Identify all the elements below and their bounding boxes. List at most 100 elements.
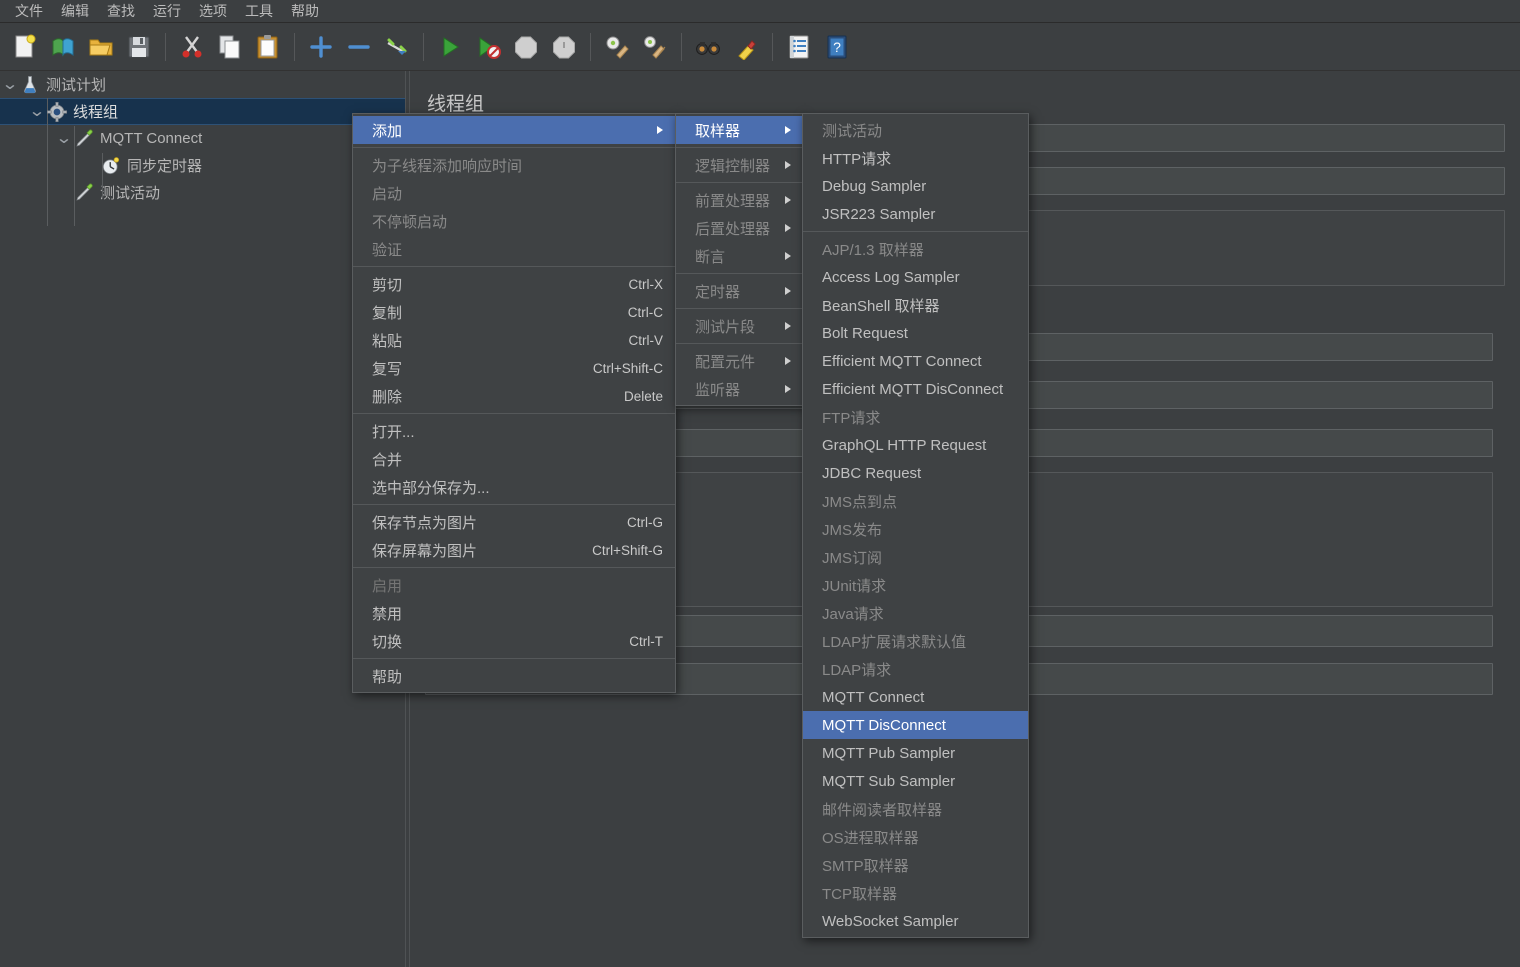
menu-options[interactable]: 选项 — [190, 0, 236, 22]
context-menu-add-item[interactable]: 复写Ctrl+Shift-C — [353, 354, 675, 382]
menu-item-label: 为子线程添加响应时间 — [372, 155, 663, 176]
menu-item-label: 断言 — [695, 246, 771, 267]
context-menu-category-item[interactable]: 监听器 — [676, 375, 803, 403]
context-menu-sampler-item[interactable]: MQTT Connect — [803, 683, 1028, 711]
search-binoculars-icon[interactable] — [691, 30, 725, 64]
context-menu-sampler-item[interactable]: Efficient MQTT DisConnect — [803, 375, 1028, 403]
context-menu-sampler-item[interactable]: WebSocket Sampler — [803, 907, 1028, 935]
context-menu-category-item[interactable]: 定时器 — [676, 277, 803, 305]
stop-octagon-icon[interactable] — [509, 30, 543, 64]
context-menu-sampler-item[interactable]: TCP取样器 — [803, 879, 1028, 907]
tree-node[interactable]: 测试活动 — [0, 179, 405, 206]
context-menu-add-item[interactable]: 保存节点为图片Ctrl-G — [353, 508, 675, 536]
tree-node[interactable]: ⌄测试计划 — [0, 71, 405, 98]
context-menu-add-item[interactable]: 复制Ctrl-C — [353, 298, 675, 326]
menu-tools[interactable]: 工具 — [236, 0, 282, 22]
context-menu-sampler-item[interactable]: GraphQL HTTP Request — [803, 431, 1028, 459]
save-floppy-icon[interactable] — [122, 30, 156, 64]
context-menu-sampler-item[interactable]: JDBC Request — [803, 459, 1028, 487]
context-menu-sampler-item[interactable]: 邮件阅读者取样器 — [803, 795, 1028, 823]
start-play-icon[interactable] — [433, 30, 467, 64]
context-menu-add-item[interactable]: 验证 — [353, 235, 675, 263]
context-menu-add-item[interactable]: 切换Ctrl-T — [353, 627, 675, 655]
context-menu-add-item[interactable]: 删除Delete — [353, 382, 675, 410]
context-menu-add-item[interactable]: 为子线程添加响应时间 — [353, 151, 675, 179]
context-menu-sampler-item[interactable]: SMTP取样器 — [803, 851, 1028, 879]
context-menu-add-item[interactable]: 帮助 — [353, 662, 675, 690]
context-menu-add-item[interactable]: 选中部分保存为... — [353, 473, 675, 501]
menu-search[interactable]: 查找 — [98, 0, 144, 22]
clear-icon[interactable] — [600, 30, 634, 64]
context-menu-sampler-item[interactable]: JMS订阅 — [803, 543, 1028, 571]
menu-separator — [353, 504, 675, 505]
menu-item-label: LDAP扩展请求默认值 — [822, 631, 1016, 652]
context-menu-sampler-item[interactable]: AJP/1.3 取样器 — [803, 235, 1028, 263]
context-menu-sampler-item[interactable]: MQTT DisConnect — [803, 711, 1028, 739]
chevron-right-icon — [785, 224, 791, 232]
function-helper-icon[interactable] — [782, 30, 816, 64]
context-menu-add-item[interactable]: 打开... — [353, 417, 675, 445]
context-menu-add-item[interactable]: 剪切Ctrl-X — [353, 270, 675, 298]
plus-icon[interactable] — [304, 30, 338, 64]
clear-all-icon[interactable] — [638, 30, 672, 64]
context-menu-sampler-item[interactable]: OS进程取样器 — [803, 823, 1028, 851]
new-document-icon[interactable] — [8, 30, 42, 64]
context-menu-category-item[interactable]: 断言 — [676, 242, 803, 270]
menu-file[interactable]: 文件 — [6, 0, 52, 22]
context-menu-category-item[interactable]: 后置处理器 — [676, 214, 803, 242]
context-menu-samplers[interactable]: 测试活动 HTTP请求Debug SamplerJSR223 Sampler AJP… — [802, 113, 1029, 938]
templates-icon[interactable] — [46, 30, 80, 64]
context-menu-category-item[interactable]: 测试片段 — [676, 312, 803, 340]
cut-scissors-icon[interactable] — [175, 30, 209, 64]
context-menu-sampler-item[interactable]: BeanShell 取样器 — [803, 291, 1028, 319]
context-menu-sampler-item[interactable]: Java请求 — [803, 599, 1028, 627]
minus-icon[interactable] — [342, 30, 376, 64]
context-menu-sampler-item[interactable]: Access Log Sampler — [803, 263, 1028, 291]
context-menu-element-categories[interactable]: 取样器逻辑控制器前置处理器后置处理器断言定时器测试片段配置元件监听器 — [675, 113, 804, 406]
test-plan-tree[interactable]: ⌄测试计划⌄线程组⌄MQTT Connect同步定时器测试活动 — [0, 71, 405, 967]
context-menu-add-item[interactable]: 禁用 — [353, 599, 675, 627]
context-menu-category-item[interactable]: 配置元件 — [676, 347, 803, 375]
open-folder-icon[interactable] — [84, 30, 118, 64]
tree-node[interactable]: 同步定时器 — [0, 152, 405, 179]
start-no-pause-icon[interactable] — [471, 30, 505, 64]
copy-icon[interactable] — [213, 30, 247, 64]
context-menu-sampler-item[interactable]: Efficient MQTT Connect — [803, 347, 1028, 375]
menu-item-label: 剪切 — [372, 274, 603, 295]
context-menu-add-item[interactable]: 启动 — [353, 179, 675, 207]
context-menu-sampler-item[interactable]: JUnit请求 — [803, 571, 1028, 599]
context-menu-add-item[interactable]: 保存屏幕为图片Ctrl+Shift-G — [353, 536, 675, 564]
context-menu-sampler-item[interactable]: FTP请求 — [803, 403, 1028, 431]
context-menu-sampler-item[interactable]: 测试活动 — [803, 116, 1028, 144]
menu-item-label: 测试活动 — [822, 120, 1016, 141]
help-book-icon[interactable]: ? — [820, 30, 854, 64]
context-menu-category-item[interactable]: 取样器 — [676, 116, 803, 144]
tree-node[interactable]: ⌄MQTT Connect — [0, 125, 405, 152]
context-menu-sampler-item[interactable]: JSR223 Sampler — [803, 200, 1028, 228]
context-menu-sampler-item[interactable]: HTTP请求 — [803, 144, 1028, 172]
context-menu-sampler-item[interactable]: JMS点到点 — [803, 487, 1028, 515]
context-menu-add-item[interactable]: 粘贴Ctrl-V — [353, 326, 675, 354]
context-menu-sampler-item[interactable]: Debug Sampler — [803, 172, 1028, 200]
context-menu-category-item[interactable]: 逻辑控制器 — [676, 151, 803, 179]
shutdown-icon[interactable] — [547, 30, 581, 64]
context-menu-sampler-item[interactable]: LDAP扩展请求默认值 — [803, 627, 1028, 655]
toggle-icon[interactable] — [380, 30, 414, 64]
menu-help[interactable]: 帮助 — [282, 0, 328, 22]
reset-search-icon[interactable] — [729, 30, 763, 64]
context-menu-sampler-item[interactable]: MQTT Pub Sampler — [803, 739, 1028, 767]
context-menu-sampler-item[interactable]: MQTT Sub Sampler — [803, 767, 1028, 795]
menu-run[interactable]: 运行 — [144, 0, 190, 22]
context-menu-sampler-item[interactable]: JMS发布 — [803, 515, 1028, 543]
menu-edit[interactable]: 编辑 — [52, 0, 98, 22]
context-menu-add-item[interactable]: 添加 — [353, 116, 675, 144]
context-menu-sampler-item[interactable]: LDAP请求 — [803, 655, 1028, 683]
context-menu-add-item[interactable]: 不停顿启动 — [353, 207, 675, 235]
context-menu-add-item[interactable]: 启用 — [353, 571, 675, 599]
tree-node[interactable]: ⌄线程组 — [0, 98, 405, 125]
context-menu-category-item[interactable]: 前置处理器 — [676, 186, 803, 214]
context-menu-add[interactable]: 添加为子线程添加响应时间启动不停顿启动验证剪切Ctrl-X复制Ctrl-C粘贴C… — [352, 113, 676, 693]
context-menu-add-item[interactable]: 合并 — [353, 445, 675, 473]
paste-clipboard-icon[interactable] — [251, 30, 285, 64]
context-menu-sampler-item[interactable]: Bolt Request — [803, 319, 1028, 347]
